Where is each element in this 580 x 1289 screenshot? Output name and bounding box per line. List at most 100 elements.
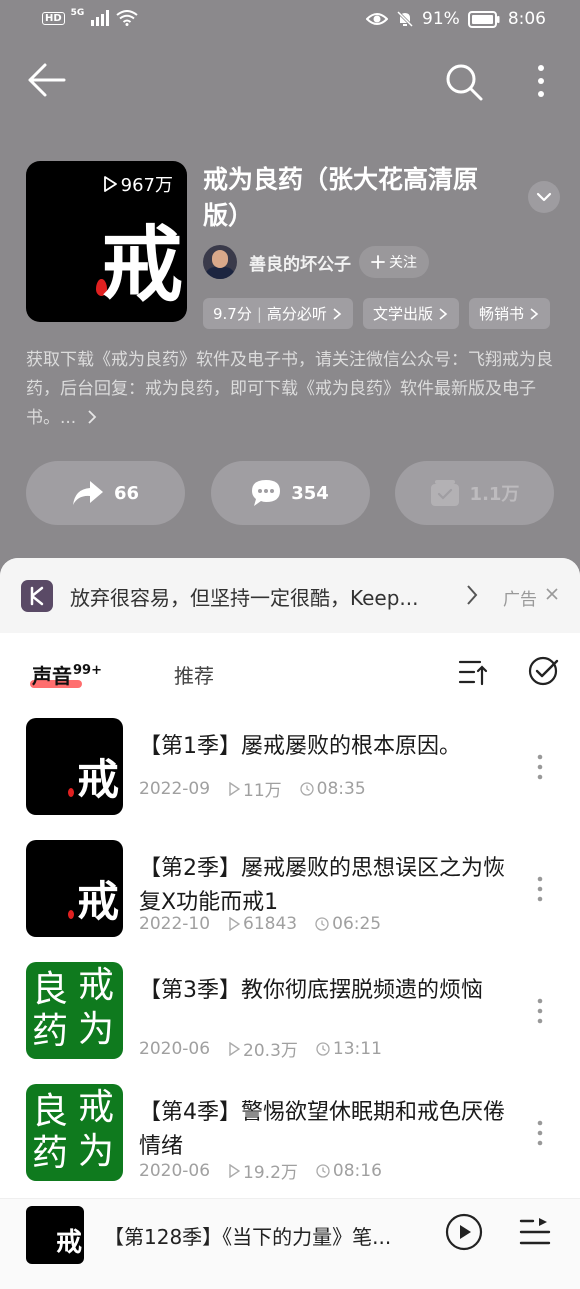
episode-thumbnail: 戒 xyxy=(26,840,123,937)
tab-sound[interactable]: 声音99+ xyxy=(32,660,102,689)
ad-label: 广告 xyxy=(503,590,537,610)
episode-title: 【第4季】警惕欲望休眠期和戒色厌倦情绪 xyxy=(139,1100,505,1159)
share-arrow-icon xyxy=(72,481,103,505)
chevron-down-icon xyxy=(536,192,552,202)
network-label: 5G xyxy=(70,8,85,18)
clock-icon xyxy=(316,1163,330,1178)
player-title[interactable]: 【第128季】《当下的力量》笔... xyxy=(104,1221,434,1250)
expand-button[interactable] xyxy=(528,181,560,213)
author-avatar[interactable] xyxy=(203,245,237,279)
hd-indicator: HD xyxy=(42,11,65,25)
playlist-icon[interactable] xyxy=(519,1216,551,1248)
status-left: HD 5G xyxy=(42,8,138,26)
search-icon[interactable] xyxy=(444,62,484,102)
wifi-icon xyxy=(116,10,138,26)
play-outline-icon xyxy=(229,781,241,796)
ad-text: 放弃很容易，但坚持一定很酷，Keep... xyxy=(70,586,419,610)
episode-duration: 08:16 xyxy=(316,1161,382,1181)
close-icon[interactable] xyxy=(544,586,560,602)
episode-list: 戒 【第1季】屡戒屡败的根本原因。 2022-09 11万 08:35 戒 【第… xyxy=(0,718,580,1206)
episode-plays: 11万 xyxy=(228,776,282,801)
share-count: 66 xyxy=(113,482,140,504)
cover-play-count-text: 967万 xyxy=(120,175,173,196)
episode-meta: 2020-06 19.2万 08:16 xyxy=(139,1158,394,1184)
back-arrow-icon[interactable] xyxy=(26,62,66,98)
tag-score[interactable]: 9.7分 | 高分必听 xyxy=(203,298,353,329)
follow-button[interactable]: 关注 xyxy=(359,246,429,278)
play-outline-icon xyxy=(229,1163,241,1178)
episode-meta: 2022-10 61843 06:25 xyxy=(139,914,393,934)
tag-separator: | xyxy=(256,304,262,323)
episode-date: 2020-06 xyxy=(139,1160,211,1181)
episode-row[interactable]: 良 戒 药 为 【第4季】警惕欲望休眠期和戒色厌倦情绪 2020-06 19.2… xyxy=(0,1084,580,1206)
share-button[interactable]: 66 xyxy=(26,461,185,525)
subscribe-button[interactable]: 1.1万 xyxy=(395,461,554,525)
thumb-character: 戒 xyxy=(76,755,119,804)
more-vertical-icon[interactable] xyxy=(530,1118,550,1148)
signal-icon xyxy=(91,10,110,26)
play-outline-icon xyxy=(229,1041,241,1056)
player-thumbnail[interactable]: 戒 xyxy=(26,1206,84,1264)
tag-literature[interactable]: 文学出版 xyxy=(362,298,459,329)
episode-row[interactable]: 戒 【第2季】屡戒屡败的思想误区之为恢复X功能而戒1 2022-10 61843… xyxy=(0,840,580,962)
episode-date: 2022-09 xyxy=(139,778,211,799)
chevron-right-icon xyxy=(439,307,448,320)
episode-plays-text: 11万 xyxy=(243,781,282,801)
episode-title: 【第1季】屡戒屡败的根本原因。 xyxy=(139,734,461,759)
eye-icon xyxy=(366,13,389,25)
more-vertical-icon[interactable] xyxy=(530,752,550,782)
episode-plays: 19.2万 xyxy=(228,1158,298,1183)
episode-duration: 06:25 xyxy=(315,914,381,934)
thumb-glyph: 药 xyxy=(32,1133,69,1174)
episode-thumbnail: 良 戒 药 为 xyxy=(26,962,123,1059)
tab-recommend[interactable]: 推荐 xyxy=(174,660,214,689)
clock: 8:06 xyxy=(507,9,546,29)
thumb-glyph: 戒 xyxy=(78,1087,115,1128)
clock-icon xyxy=(315,917,329,931)
play-outline-icon xyxy=(103,176,117,192)
episode-thumbnail: 戒 xyxy=(26,718,123,815)
thumb-glyph: 为 xyxy=(78,1009,115,1050)
comment-bubble-icon xyxy=(252,480,281,506)
clock-icon xyxy=(316,1041,330,1056)
battery-icon xyxy=(467,10,500,28)
tag-label: 文学出版 xyxy=(372,305,433,323)
album-description[interactable]: 获取下载《戒为良药》软件及电子书，请关注微信公众号：飞翔戒为良药，后台回复：戒为… xyxy=(26,346,556,433)
player-thumb-character: 戒 xyxy=(55,1228,82,1258)
sort-icon[interactable] xyxy=(458,657,488,687)
album-cover[interactable]: 967万 戒 xyxy=(26,161,187,322)
follow-label: 关注 xyxy=(389,255,417,271)
mini-player[interactable]: 戒 【第128季】《当下的力量》笔... xyxy=(0,1198,580,1289)
episode-date: 2022-10 xyxy=(139,914,211,934)
author-name[interactable]: 善良的坏公子 xyxy=(249,250,351,275)
episode-duration-text: 13:11 xyxy=(332,1038,382,1059)
tab-sound-badge: 99+ xyxy=(73,663,102,678)
episode-row[interactable]: 良 戒 药 为 【第3季】教你彻底摆脱频遗的烦恼 2020-06 20.3万 1… xyxy=(0,962,580,1084)
episode-duration: 13:11 xyxy=(316,1039,382,1059)
thumb-glyph: 药 xyxy=(32,1011,69,1052)
episode-title: 【第2季】屡戒屡败的思想误区之为恢复X功能而戒1 xyxy=(139,856,505,915)
tag-score-label: 高分必听 xyxy=(266,305,327,323)
comment-count: 354 xyxy=(291,482,329,504)
more-vertical-icon[interactable] xyxy=(530,874,550,904)
more-vertical-icon[interactable] xyxy=(524,62,558,102)
thumb-glyph: 良 xyxy=(32,1091,69,1132)
action-row: 66 354 1.1万 xyxy=(26,461,554,525)
episode-meta: 2022-09 11万 08:35 xyxy=(139,776,378,802)
album-header: HD 5G 91% 8:06 967万 戒 戒为良药（张大花高清原版） 善良的坏… xyxy=(0,0,580,600)
comment-button[interactable]: 354 xyxy=(210,461,370,525)
episode-row[interactable]: 戒 【第1季】屡戒屡败的根本原因。 2022-09 11万 08:35 xyxy=(0,718,580,840)
episode-meta: 2020-06 20.3万 13:11 xyxy=(139,1036,394,1062)
play-circle-icon[interactable] xyxy=(445,1213,483,1251)
more-vertical-icon[interactable] xyxy=(530,996,550,1026)
ad-banner[interactable]: 放弃很容易，但坚持一定很酷，Keep... 广告 xyxy=(0,558,580,633)
episode-plays: 20.3万 xyxy=(228,1036,298,1061)
multi-select-check-icon[interactable] xyxy=(528,655,560,687)
chevron-right-icon xyxy=(530,307,539,320)
tag-bestseller[interactable]: 畅销书 xyxy=(468,298,550,329)
episode-duration-text: 08:16 xyxy=(332,1160,382,1181)
episode-plays-text: 20.3万 xyxy=(243,1041,298,1061)
chevron-right-icon xyxy=(467,585,478,605)
k-logo-icon xyxy=(30,586,44,606)
thumb-character: 戒 xyxy=(76,877,119,926)
